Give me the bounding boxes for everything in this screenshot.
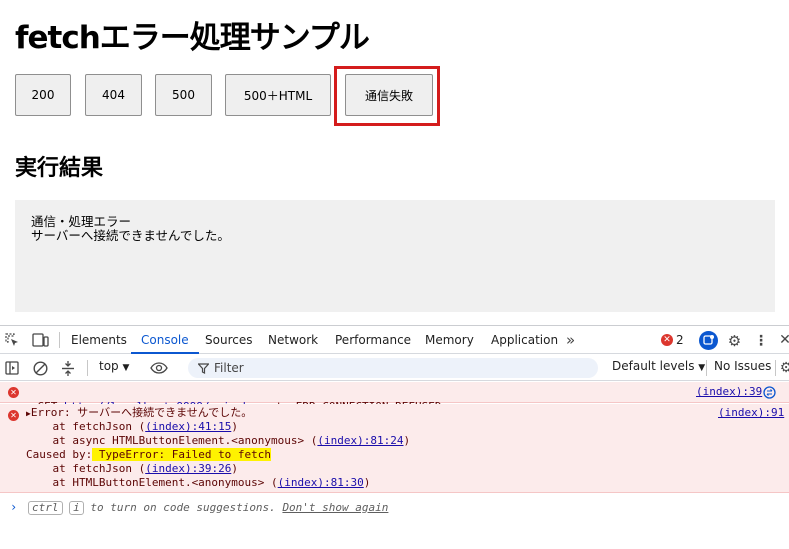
error-counter[interactable]: ✕ 2 bbox=[661, 332, 684, 348]
tab-elements[interactable]: Elements bbox=[71, 326, 127, 354]
page-title: fetchエラー処理サンプル bbox=[15, 20, 370, 56]
result-heading: 実行結果 bbox=[15, 156, 104, 181]
stack-link[interactable]: (index):81:24 bbox=[317, 434, 403, 447]
stack-link[interactable]: (index):81:30 bbox=[278, 476, 364, 489]
chevron-down-icon: ▼ bbox=[122, 363, 130, 373]
close-devtools-icon[interactable]: ✕ bbox=[779, 331, 789, 348]
highlighted-cause: TypeError: Failed to fetch bbox=[92, 448, 272, 461]
stack-link[interactable]: (index):41:15 bbox=[145, 420, 231, 433]
stack-frame: at fetchJson ((index):39:26) bbox=[26, 462, 238, 477]
tab-performance[interactable]: Performance bbox=[335, 326, 411, 354]
context-select[interactable]: top ▼ bbox=[99, 359, 129, 373]
devtools-panel: Elements Console Sources Network Perform… bbox=[0, 325, 789, 549]
stack-frame: at async HTMLButtonElement.<anonymous> (… bbox=[26, 434, 410, 449]
device-toolbar-icon[interactable] bbox=[31, 332, 49, 348]
status-500-html-button[interactable]: 500＋HTML bbox=[225, 74, 331, 116]
stack-frame: at fetchJson ((index):41:15) bbox=[26, 420, 238, 435]
devtools-tab-bar: Elements Console Sources Network Perform… bbox=[0, 326, 789, 354]
error-count-label: 2 bbox=[676, 333, 684, 347]
console-error-message: ✕ ▶Error: サーバーへ接続できませんでした。 (index):91 at… bbox=[0, 404, 789, 493]
caused-by-label: Caused by: bbox=[26, 448, 93, 461]
stack-text: at HTMLButtonElement.<anonymous> ( bbox=[26, 476, 278, 489]
result-output: 通信・処理エラー サーバーへ接続できませんでした。 bbox=[15, 200, 775, 312]
status-200-button[interactable]: 200 bbox=[15, 74, 71, 116]
ctrl-key: ctrl bbox=[28, 501, 63, 515]
log-levels-label: Default levels bbox=[612, 359, 695, 373]
console-toolbar: top ▼ Default levels ▼ No Issues ⚙ bbox=[0, 355, 789, 381]
tab-network[interactable]: Network bbox=[268, 326, 318, 354]
stack-text: ) bbox=[363, 476, 371, 489]
separator bbox=[775, 360, 776, 376]
i-key: i bbox=[69, 501, 84, 515]
stack-text: ) bbox=[231, 462, 238, 475]
prompt-chevron-icon: › bbox=[10, 500, 18, 514]
chevron-down-icon: ▼ bbox=[698, 363, 706, 373]
inspect-element-icon[interactable] bbox=[4, 332, 20, 348]
error-icon: ✕ bbox=[8, 387, 19, 398]
more-tabs-icon[interactable]: » bbox=[566, 326, 575, 354]
clear-console-icon[interactable] bbox=[32, 360, 48, 376]
stack-text: ) bbox=[403, 434, 411, 447]
web-page: fetchエラー処理サンプル 200 404 500 500＋HTML 通信失敗… bbox=[0, 0, 789, 325]
filter-box bbox=[188, 358, 598, 378]
network-request-icon[interactable] bbox=[763, 386, 776, 399]
ai-assistance-icon[interactable] bbox=[699, 331, 718, 350]
filter-input[interactable] bbox=[214, 358, 594, 378]
error-message-text: Error: サーバーへ接続できませんでした。 bbox=[30, 406, 253, 419]
console-error-message: ✕ ▶ GET http://localhost:9999/api.php ne… bbox=[0, 382, 789, 413]
source-link[interactable]: (index):39 bbox=[696, 385, 762, 400]
result-line: 通信・処理エラー bbox=[31, 214, 132, 229]
stack-text: at async HTMLButtonElement.<anonymous> ( bbox=[26, 434, 318, 447]
tab-sources[interactable]: Sources bbox=[205, 326, 252, 354]
separator bbox=[87, 360, 88, 376]
context-label: top bbox=[99, 359, 119, 373]
stack-text: ) bbox=[231, 420, 238, 433]
tab-memory[interactable]: Memory bbox=[425, 326, 474, 354]
filter-funnel-icon bbox=[197, 362, 209, 374]
result-line: サーバーへ接続できませんでした。 bbox=[31, 228, 230, 243]
more-options-icon[interactable]: ⋮ bbox=[754, 332, 768, 349]
caused-by-line: Caused by: TypeError: Failed to fetch bbox=[26, 448, 272, 463]
status-404-button[interactable]: 404 bbox=[85, 74, 142, 116]
stack-text: at fetchJson ( bbox=[26, 462, 146, 475]
console-prompt[interactable]: › ctrl i to turn on code suggestions. Do… bbox=[0, 495, 789, 519]
stack-link[interactable]: (index):39:26 bbox=[145, 462, 231, 475]
error-icon: ✕ bbox=[8, 410, 19, 421]
stack-frame: at HTMLButtonElement.<anonymous> ((index… bbox=[26, 476, 370, 491]
hint-text: to turn on code suggestions. bbox=[83, 501, 283, 514]
settings-gear-icon[interactable]: ⚙ bbox=[726, 332, 743, 350]
live-expression-eye-icon[interactable] bbox=[150, 360, 168, 376]
log-levels-select[interactable]: Default levels ▼ bbox=[612, 359, 705, 373]
issues-button[interactable]: No Issues bbox=[714, 359, 771, 373]
separator bbox=[706, 360, 707, 376]
stack-text: at fetchJson ( bbox=[26, 420, 146, 433]
dont-show-again-link[interactable]: Don't show again bbox=[282, 501, 388, 514]
highlight-box bbox=[334, 66, 440, 126]
tab-console[interactable]: Console bbox=[131, 326, 199, 354]
source-link[interactable]: (index):91 bbox=[718, 406, 784, 421]
tab-application[interactable]: Application bbox=[491, 326, 558, 354]
console-settings-gear-icon[interactable]: ⚙ bbox=[780, 360, 789, 376]
sidebar-toggle-icon[interactable] bbox=[4, 360, 20, 376]
filter-sidebar-icon[interactable] bbox=[60, 359, 76, 377]
status-500-button[interactable]: 500 bbox=[155, 74, 212, 116]
code-suggestion-hint: ctrl i to turn on code suggestions. Don'… bbox=[28, 501, 388, 515]
separator bbox=[59, 332, 60, 348]
error-icon: ✕ bbox=[661, 334, 673, 346]
